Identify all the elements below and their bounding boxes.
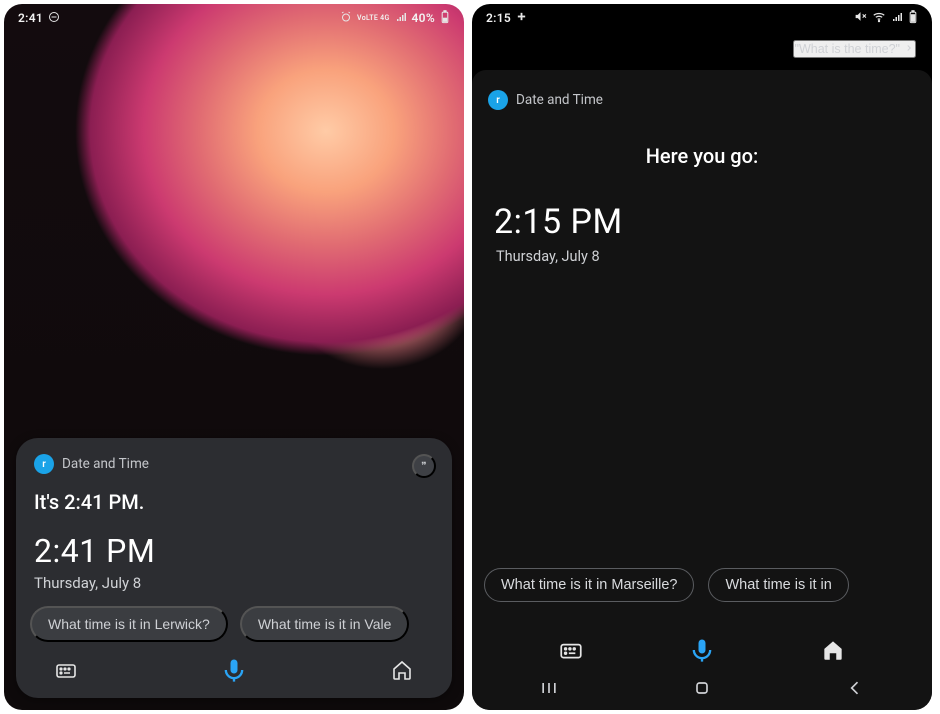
keyboard-button[interactable] <box>52 656 80 684</box>
phone-right: 2:15 "What is the time?" <box>472 4 932 710</box>
signal-icon <box>891 11 903 26</box>
card-header: r Date and Time <box>488 90 932 110</box>
time-display: 2:15 PM <box>494 202 932 242</box>
battery-icon <box>440 10 450 27</box>
suggestion-chip[interactable]: What time is it in Vale <box>240 606 410 642</box>
back-button[interactable] <box>843 676 867 700</box>
status-time: 2:41 <box>18 11 43 25</box>
wifi-icon <box>872 10 886 27</box>
date-time-app-icon: r <box>488 90 508 110</box>
bixby-full-panel: r Date and Time Here you go: 2:15 PM Thu… <box>472 70 932 710</box>
recents-button[interactable] <box>537 676 561 700</box>
card-header: r Date and Time ❞ <box>30 452 438 484</box>
date-display: Thursday, July 8 <box>34 574 438 592</box>
phone-left: 2:41 VoLTE 4G 40% r Date and Time ❞ It's… <box>4 4 464 710</box>
status-bar: 2:41 VoLTE 4G 40% <box>4 4 464 32</box>
query-echo[interactable]: "What is the time?" <box>793 40 916 58</box>
card-title: Date and Time <box>62 456 149 472</box>
keyboard-button[interactable] <box>557 636 585 664</box>
app-indicator-icon <box>516 11 527 25</box>
chevron-right-icon <box>904 42 914 56</box>
date-time-app-icon: r <box>34 454 54 474</box>
suggestion-chips: What time is it in Marseille? What time … <box>484 568 932 602</box>
android-navbar <box>472 666 932 710</box>
battery-pct: 40% <box>412 11 435 25</box>
card-title: Date and Time <box>516 92 603 108</box>
battery-icon <box>908 10 918 27</box>
signal-icon <box>395 11 407 26</box>
response-text: It's 2:41 PM. <box>34 490 434 514</box>
response-text: Here you go: <box>472 144 932 168</box>
mic-button[interactable] <box>688 636 716 664</box>
bixby-result-card: r Date and Time ❞ It's 2:41 PM. 2:41 PM … <box>16 438 452 698</box>
repeat-query-button[interactable]: ❞ <box>412 454 436 478</box>
suggestion-chips: What time is it in Lerwick? What time is… <box>16 606 452 642</box>
alarm-icon <box>340 11 352 26</box>
nav-home-button[interactable] <box>690 676 714 700</box>
mute-icon <box>854 10 867 26</box>
mic-button[interactable] <box>220 656 248 684</box>
home-button[interactable] <box>819 636 847 664</box>
dnd-icon <box>48 11 60 26</box>
date-display: Thursday, July 8 <box>496 248 932 265</box>
status-bar: 2:15 <box>472 4 932 32</box>
suggestion-chip[interactable]: What time is it in Lerwick? <box>30 606 228 642</box>
suggestion-chip[interactable]: What time is it in Marseille? <box>484 568 694 602</box>
home-button[interactable] <box>388 656 416 684</box>
status-time: 2:15 <box>486 11 511 25</box>
time-display: 2:41 PM <box>34 532 438 570</box>
network-text: VoLTE 4G <box>357 15 389 22</box>
suggestion-chip[interactable]: What time is it in <box>708 568 848 602</box>
